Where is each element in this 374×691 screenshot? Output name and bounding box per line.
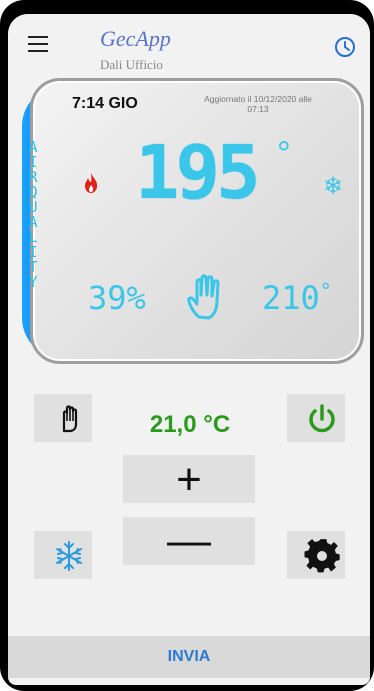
room-temperature-unit: ° — [277, 135, 291, 173]
setpoint-temperature: 21,0 °C — [149, 411, 231, 438]
outdoor-temperature-unit: ° — [319, 279, 332, 303]
gear-icon — [293, 532, 340, 580]
hand-icon — [40, 395, 86, 443]
outdoor-temperature-value: 210 — [262, 279, 320, 317]
snowflake-icon: ❄ — [323, 173, 344, 200]
humidity-value: 39% — [88, 279, 146, 317]
app-bar: GecApp Dali Ufficio — [8, 14, 370, 76]
hamburger-menu-icon[interactable] — [28, 36, 48, 52]
hand-icon — [185, 273, 231, 321]
snowflake-icon — [40, 532, 86, 580]
settings-button[interactable] — [287, 531, 345, 579]
app-title: GecApp — [100, 26, 171, 51]
phone-frame: GecApp Dali Ufficio 7:14 GIO Aggiornato … — [0, 0, 374, 691]
room-temperature: 195 — [135, 130, 261, 216]
power-icon — [293, 395, 339, 443]
current-time: 7:14 GIO — [72, 95, 138, 112]
cooling-mode-button[interactable] — [34, 531, 92, 579]
increase-temperature-button[interactable]: + — [123, 455, 255, 504]
power-button[interactable] — [287, 394, 345, 442]
send-button[interactable]: INVIA — [8, 636, 370, 678]
decrease-temperature-button[interactable]: — — [123, 517, 255, 565]
flame-icon — [83, 172, 99, 194]
thermostat-display — [22, 78, 367, 372]
air-quality-label: AIR QUALITY — [28, 138, 38, 291]
clock-icon[interactable] — [334, 36, 356, 58]
device-name: Dali Ufficio — [100, 57, 163, 72]
outdoor-temperature: 210° — [262, 279, 332, 317]
last-updated: Aggiornato il 10/12/2020 alle 07:13 — [204, 94, 312, 114]
manual-mode-button[interactable] — [34, 394, 92, 442]
display-panel — [30, 78, 364, 364]
